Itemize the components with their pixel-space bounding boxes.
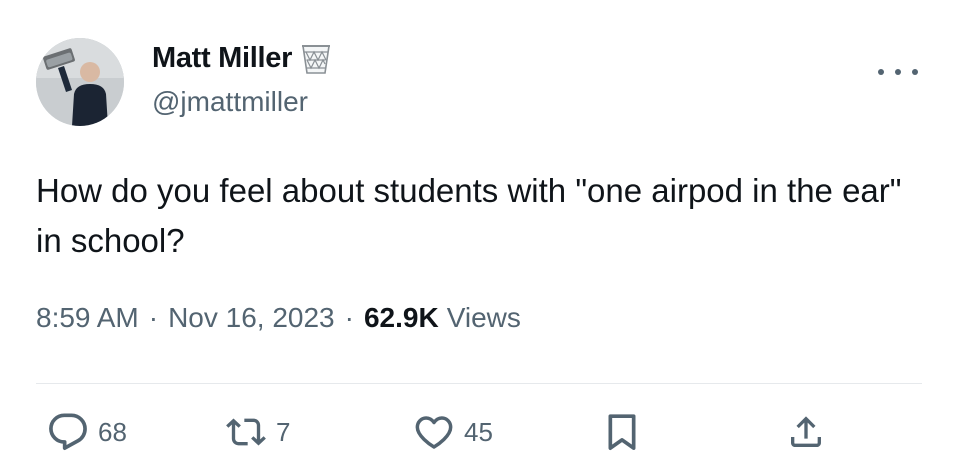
more-options-icon[interactable] xyxy=(878,58,918,86)
retweet-button[interactable]: 7 xyxy=(226,412,290,452)
bookmark-button[interactable] xyxy=(602,412,642,452)
reply-count: 68 xyxy=(98,416,127,447)
views-count: 62.9K xyxy=(363,302,439,333)
reply-button[interactable]: 68 xyxy=(48,412,127,452)
tweet-date[interactable]: Nov 16, 2023 xyxy=(168,302,335,334)
divider xyxy=(36,383,922,384)
share-icon xyxy=(786,412,826,452)
tweet-text: How do you feel about students with "one… xyxy=(36,172,902,259)
action-bar: 68 7 45 xyxy=(0,408,959,458)
wastebasket-icon xyxy=(298,40,334,76)
bookmark-icon xyxy=(602,412,642,452)
display-name[interactable]: Matt Miller xyxy=(152,42,292,75)
like-count: 45 xyxy=(464,416,493,447)
name-row: Matt Miller xyxy=(152,40,334,76)
like-button[interactable]: 45 xyxy=(414,412,493,452)
retweet-icon xyxy=(226,412,266,452)
meta-separator: · xyxy=(344,302,354,333)
avatar-photo xyxy=(36,38,124,126)
username-handle[interactable]: @jmattmiller xyxy=(152,86,308,118)
heart-icon xyxy=(414,412,454,452)
retweet-count: 7 xyxy=(276,416,291,447)
meta-separator: · xyxy=(148,302,159,333)
dot xyxy=(878,69,884,75)
share-button[interactable] xyxy=(786,412,826,452)
reply-icon xyxy=(48,412,88,452)
tweet-meta: 8:59 AM · Nov 16, 2023 · 62.9K Views xyxy=(36,302,521,334)
dot xyxy=(912,69,918,75)
tweet-time[interactable]: 8:59 AM xyxy=(36,302,139,334)
dot xyxy=(895,69,901,75)
avatar[interactable] xyxy=(36,38,124,126)
views-label: Views xyxy=(446,302,521,333)
